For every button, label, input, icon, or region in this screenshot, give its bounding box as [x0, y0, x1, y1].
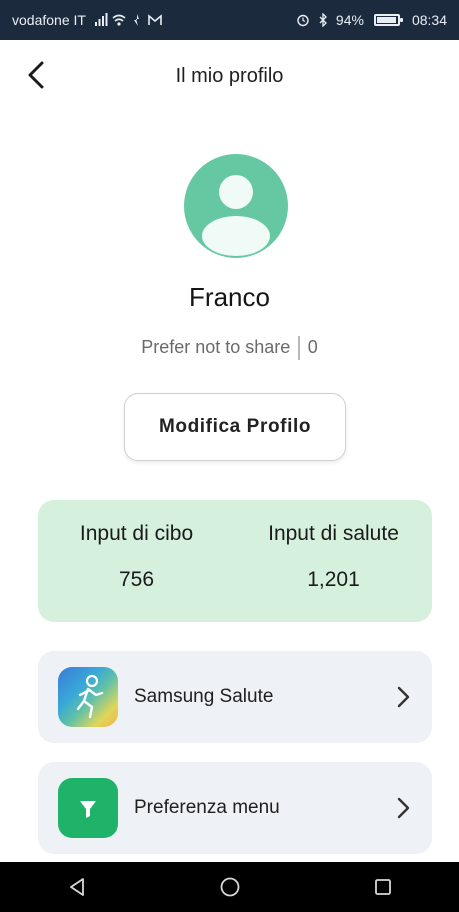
stat-value: 756: [118, 568, 155, 591]
carrier-name: vodafone IT: [12, 12, 86, 28]
app-header: Il mio profilo: [0, 40, 459, 112]
stat-health-input: Input di salute 1,201: [235, 522, 432, 592]
stat-food-input: Input di cibo 756: [38, 522, 235, 592]
stat-value: 1,201: [307, 568, 360, 591]
status-icons-left: [94, 13, 162, 27]
nav-recents-button[interactable]: [363, 867, 403, 907]
nav-home-button[interactable]: [210, 867, 250, 907]
chevron-left-icon: [28, 61, 44, 89]
battery-fill: [376, 17, 396, 23]
nav-back-button[interactable]: [57, 867, 97, 907]
clock: 08:34: [411, 12, 447, 28]
profile-meta: Prefer not to share 0: [0, 336, 459, 360]
page-title: Il mio profilo: [175, 64, 284, 87]
notification-icon: [133, 14, 139, 26]
menu-preference-link[interactable]: Preferenza menu: [38, 762, 432, 854]
status-left: vodafone IT: [12, 12, 162, 28]
running-figure-icon: [76, 674, 104, 719]
stats-card: Input di cibo 756 Input di salute 1,201: [38, 500, 432, 622]
funnel-icon: [80, 801, 96, 818]
system-nav-bar: [0, 862, 459, 912]
back-button[interactable]: [22, 58, 50, 92]
stat-label: Input di salute: [268, 522, 399, 545]
meta-divider: [298, 336, 300, 360]
home-circle-icon: [220, 877, 239, 897]
menu-preference-label: Preferenza menu: [134, 797, 280, 818]
profile-age: 0: [307, 336, 318, 357]
user-avatar-icon: [202, 175, 270, 256]
profile-gender: Prefer not to share: [141, 336, 291, 357]
samsung-health-link[interactable]: Samsung Salute: [38, 651, 432, 743]
wifi-icon: [112, 14, 126, 26]
profile-name: Franco: [189, 282, 270, 312]
alarm-icon: [297, 14, 309, 27]
battery-icon: [373, 14, 403, 26]
edit-profile-button[interactable]: Modifica Profilo: [124, 393, 346, 461]
samsung-health-label: Samsung Salute: [134, 686, 274, 707]
status-bar: vodafone IT 94% 08:34: [0, 0, 459, 40]
samsung-health-icon: [58, 667, 118, 727]
signal-icon: [94, 13, 108, 26]
mail-icon: [148, 14, 162, 25]
battery-percent: 94%: [335, 12, 364, 28]
avatar: [184, 154, 288, 258]
profile-screen: vodafone IT 94% 08:34 Il mio profilo Fra…: [0, 0, 459, 912]
chevron-right-icon: [394, 686, 412, 708]
filter-icon: [58, 778, 118, 838]
bluetooth-icon: [319, 13, 327, 27]
stat-label: Input di cibo: [79, 522, 194, 545]
chevron-right-icon: [394, 797, 412, 819]
recents-square-icon: [374, 879, 391, 895]
back-triangle-icon: [69, 878, 84, 896]
status-right: 94% 08:34: [296, 12, 447, 28]
